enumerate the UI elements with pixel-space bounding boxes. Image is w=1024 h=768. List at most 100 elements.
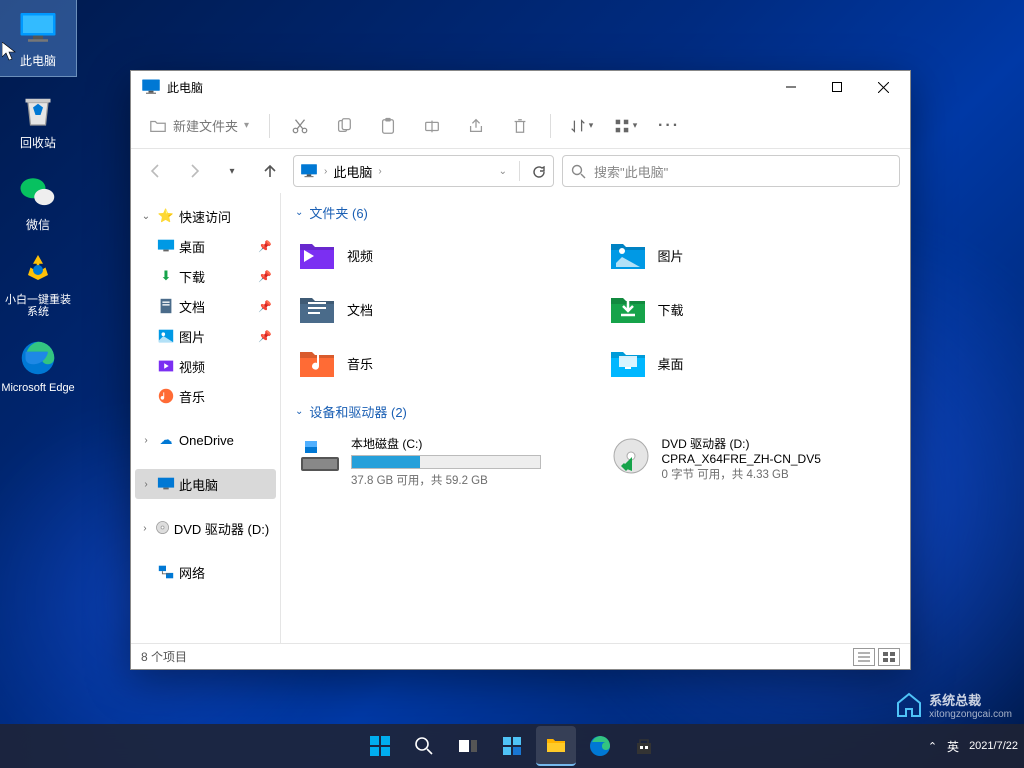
maximize-button[interactable] xyxy=(814,71,860,103)
delete-button[interactable] xyxy=(502,108,538,144)
search-icon xyxy=(571,164,586,179)
up-button[interactable] xyxy=(255,156,285,186)
share-button[interactable] xyxy=(458,108,494,144)
taskbar-store[interactable] xyxy=(624,726,664,766)
tree-music[interactable]: 音乐 xyxy=(153,381,276,411)
grid-icon xyxy=(613,117,631,135)
house-icon xyxy=(895,691,923,719)
paste-button[interactable] xyxy=(370,108,406,144)
folder-downloads[interactable]: 下载 xyxy=(606,286,897,332)
copy-icon xyxy=(335,117,353,135)
folder-documents[interactable]: 文档 xyxy=(295,286,586,332)
tray-chevron-icon[interactable]: ⌃ xyxy=(928,740,937,753)
video-icon xyxy=(157,357,175,375)
folder-pictures[interactable]: 图片 xyxy=(606,232,897,278)
minimize-button[interactable] xyxy=(768,71,814,103)
taskbar-search[interactable] xyxy=(404,726,444,766)
more-button[interactable]: ··· xyxy=(651,108,687,144)
folder-video[interactable]: 视频 xyxy=(295,232,586,278)
drive-usage-bar xyxy=(351,455,541,469)
tray-date: 2021/7/22 xyxy=(969,740,1018,752)
trash-icon xyxy=(511,117,529,135)
star-icon: ⭐ xyxy=(157,207,175,225)
desktop-icon-edge[interactable]: Microsoft Edge xyxy=(0,328,76,404)
taskbar-taskview[interactable] xyxy=(448,726,488,766)
tree-downloads[interactable]: ⬇下载📌 xyxy=(153,261,276,291)
window-title: 此电脑 xyxy=(167,79,768,96)
rename-button[interactable] xyxy=(414,108,450,144)
chevron-right-icon: › xyxy=(139,523,151,534)
tree-pictures[interactable]: 图片📌 xyxy=(153,321,276,351)
view-button[interactable]: ▾ xyxy=(607,108,643,144)
titlebar[interactable]: 此电脑 xyxy=(131,71,910,103)
store-icon xyxy=(634,736,654,756)
picture-icon xyxy=(157,327,175,345)
taskbar-widgets[interactable] xyxy=(492,726,532,766)
nav-tree: ⌄⭐快速访问 桌面📌 ⬇下载📌 文档📌 图片📌 视频 音乐 ›☁OneDrive… xyxy=(131,193,281,643)
group-drives-header[interactable]: ⌄设备和驱动器 (2) xyxy=(295,402,896,421)
tree-quick-access[interactable]: ⌄⭐快速访问 xyxy=(135,201,276,231)
taskbar-edge[interactable] xyxy=(580,726,620,766)
chevron-down-icon: ▾ xyxy=(633,120,638,131)
breadcrumb: 此电脑 xyxy=(333,162,372,181)
folder-music[interactable]: 音乐 xyxy=(295,340,586,386)
chevron-down-icon[interactable]: ⌄ xyxy=(499,166,507,177)
tree-this-pc[interactable]: ›此电脑 xyxy=(135,469,276,499)
sort-button[interactable]: ▾ xyxy=(563,108,599,144)
tree-videos[interactable]: 视频 xyxy=(153,351,276,381)
chevron-down-icon: ⌄ xyxy=(139,211,153,222)
rename-icon xyxy=(423,117,441,135)
desktop-icon-label: 此电脑 xyxy=(20,52,56,69)
pin-icon: 📌 xyxy=(258,330,272,343)
pin-icon: 📌 xyxy=(258,300,272,313)
recent-button[interactable]: ▾ xyxy=(217,156,247,186)
close-button[interactable] xyxy=(860,71,906,103)
music-icon xyxy=(157,387,175,405)
new-folder-button[interactable]: 新建文件夹 ▾ xyxy=(141,108,257,144)
tree-onedrive[interactable]: ›☁OneDrive xyxy=(135,425,276,455)
reinstall-icon xyxy=(18,250,58,290)
group-folders-header[interactable]: ⌄文件夹 (6) xyxy=(295,203,896,222)
search-input[interactable]: 搜索"此电脑" xyxy=(562,155,900,187)
chevron-right-icon: › xyxy=(139,435,153,446)
sort-icon xyxy=(569,117,587,135)
start-button[interactable] xyxy=(360,726,400,766)
chevron-down-icon: ▾ xyxy=(229,166,234,177)
system-tray[interactable]: ⌃ 英 2021/7/22 xyxy=(928,738,1018,755)
status-bar: 8 个项目 xyxy=(131,643,910,669)
copy-button[interactable] xyxy=(326,108,362,144)
monitor-icon xyxy=(300,162,318,180)
back-button[interactable] xyxy=(141,156,171,186)
share-icon xyxy=(467,117,485,135)
view-details-button[interactable] xyxy=(853,648,875,666)
drive-d[interactable]: DVD 驱动器 (D:) CPRA_X64FRE_ZH-CN_DV5 0 字节 … xyxy=(606,431,897,492)
refresh-icon[interactable] xyxy=(532,164,547,179)
desktop-icon-recycle-bin[interactable]: 回收站 xyxy=(0,82,76,158)
folder-desktop[interactable]: 桌面 xyxy=(606,340,897,386)
desktop-icon-label: 微信 xyxy=(26,216,50,233)
desktop-icon-xiaobai[interactable]: 小白一键重装 系统 xyxy=(0,246,76,322)
download-icon: ⬇ xyxy=(157,267,175,285)
cut-button[interactable] xyxy=(282,108,318,144)
disc-install-icon xyxy=(610,435,652,477)
view-tiles-button[interactable] xyxy=(878,648,900,666)
windows-icon xyxy=(369,735,391,757)
address-bar[interactable]: › 此电脑 › ⌄ xyxy=(293,155,554,187)
desktop-icon-this-pc[interactable]: 此电脑 xyxy=(0,0,76,76)
drive-subtitle: 0 字节 可用，共 4.33 GB xyxy=(662,466,893,482)
monitor-icon xyxy=(18,8,58,48)
tree-documents[interactable]: 文档📌 xyxy=(153,291,276,321)
explorer-window: 此电脑 新建文件夹 ▾ ▾ ▾ ··· ▾ › 此电脑 › xyxy=(130,70,911,670)
tree-network[interactable]: 网络 xyxy=(135,557,276,587)
scissors-icon xyxy=(291,117,309,135)
taskbar-explorer[interactable] xyxy=(536,726,576,766)
chevron-down-icon: ▾ xyxy=(589,120,594,131)
folder-plus-icon xyxy=(149,117,167,135)
search-icon xyxy=(414,736,434,756)
forward-button[interactable] xyxy=(179,156,209,186)
desktop-icon-wechat[interactable]: 微信 xyxy=(0,164,76,240)
tree-dvd[interactable]: ›DVD 驱动器 (D:) CP xyxy=(135,513,276,543)
tree-desktop[interactable]: 桌面📌 xyxy=(153,231,276,261)
drive-c[interactable]: 本地磁盘 (C:) 37.8 GB 可用，共 59.2 GB xyxy=(295,431,586,492)
drive-label: CPRA_X64FRE_ZH-CN_DV5 xyxy=(662,452,893,466)
